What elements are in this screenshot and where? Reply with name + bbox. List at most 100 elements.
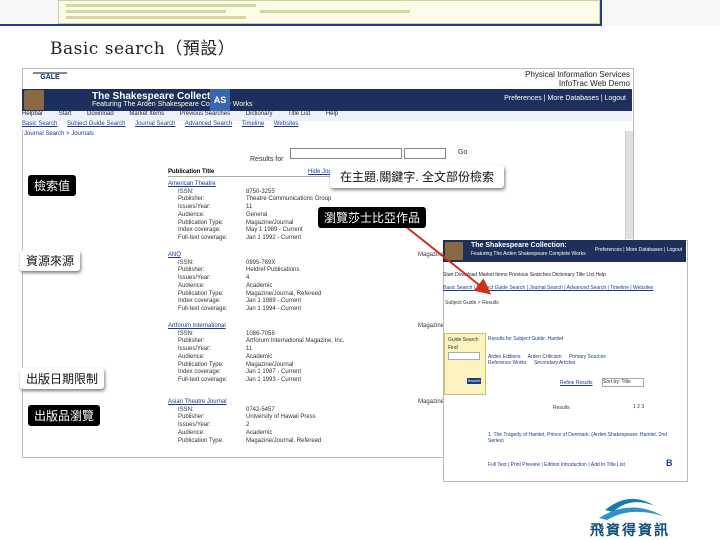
publication-field: Issues/Year: 4 xyxy=(168,275,458,283)
provider-line: Physical Information Services xyxy=(525,70,630,79)
field-value: Academic xyxy=(246,282,273,289)
publication-field: ISSN: 0742-5457 xyxy=(168,407,458,415)
vertical-scrollbar[interactable] xyxy=(625,131,633,239)
refine-results-link[interactable]: Refine Results xyxy=(560,380,593,386)
header-rule-vertical xyxy=(600,0,602,26)
field-label: Publisher: xyxy=(178,267,205,274)
field-value: 8750-3255 xyxy=(246,188,275,195)
inset-toolbar[interactable]: Start Download Market Items Previous Sea… xyxy=(443,272,686,278)
result-item[interactable]: 1. The Tragedy of Hamlet, Prince of Denm… xyxy=(488,432,678,444)
inset-breadcrumb[interactable]: Subject Guide > Results xyxy=(445,300,499,306)
field-label: Full-text coverage: xyxy=(178,305,228,312)
breadcrumb[interactable]: Journal Search > Journals xyxy=(24,131,94,137)
publication-field: Index coverage: Jan 1 1989 - Current xyxy=(168,298,458,306)
publication-field: Publisher: Heldref Publications xyxy=(168,267,458,275)
guide-field-label: Find xyxy=(448,345,458,351)
publication-field: Publication Type: Magazine/Journal xyxy=(168,362,458,370)
arden-badge: AS xyxy=(210,89,230,111)
find-input[interactable] xyxy=(290,148,402,159)
field-value: 2 xyxy=(246,422,250,429)
nav-timeline[interactable]: Timeline xyxy=(242,121,264,127)
inset-banner: The Shakespeare Collection: Featuring Th… xyxy=(443,240,686,262)
field-value: 11 xyxy=(246,204,253,211)
field-label: Publisher: xyxy=(178,414,205,421)
preferences-links[interactable]: Preferences | More Databases | Logout xyxy=(504,95,626,102)
toolbar-item[interactable]: Help xyxy=(326,111,338,117)
publication-field: Audience: Academic xyxy=(168,354,458,362)
callout-date-limit: 出版日期限制 xyxy=(20,368,105,389)
publication-title-link[interactable]: Asian Theatre Journal xyxy=(168,399,458,407)
nav-basic-search[interactable]: Basic Search xyxy=(22,121,57,127)
thumbnail-line xyxy=(66,4,256,7)
field-value: 4 xyxy=(246,275,250,282)
provider-info: Physical Information Services InfoTrac W… xyxy=(470,70,630,88)
toolbar-item[interactable]: Previous Searches xyxy=(180,111,230,117)
callout-publication-browse: 出版品瀏覽 xyxy=(28,405,101,426)
magazine-tag: Magazine xyxy=(418,252,445,258)
guide-search-box: Guide Search Find Search xyxy=(444,333,486,395)
result-links[interactable]: Full Text | Print Preview | Edition Intr… xyxy=(488,462,678,468)
field-value: Artforum International Magazine, Inc. xyxy=(246,338,345,345)
field-value: Theatre Communications Group xyxy=(246,196,332,203)
inset-tabs: Arden Editions Arden Criticism Primary S… xyxy=(488,354,618,366)
company-logo-text: 飛資得資訊 xyxy=(590,522,670,538)
callout-source: 資源來源 xyxy=(20,250,81,271)
field-label: Issues/Year: xyxy=(178,422,211,429)
inset-preferences[interactable]: Preferences | More Databases | Logout xyxy=(595,247,682,253)
nav-advanced-search[interactable]: Advanced Search xyxy=(185,121,232,127)
magazine-tag: Magazine xyxy=(418,323,445,329)
shakespeare-portrait-icon xyxy=(24,90,44,110)
tab-reference-works[interactable]: Reference Works xyxy=(488,360,527,366)
field-label: Publisher: xyxy=(178,338,205,345)
publication-field: ISSN: 8750-3255 xyxy=(168,189,458,197)
publication-field: Audience: Academic xyxy=(168,283,458,291)
pagination[interactable]: 1 2 3 xyxy=(633,404,644,410)
toolbar-item[interactable]: Start xyxy=(59,111,72,117)
nav-websites[interactable]: Websites xyxy=(274,121,299,127)
shakespeare-portrait-icon xyxy=(445,242,463,260)
field-value: Magazine/Journal xyxy=(246,361,294,368)
field-value: Academic xyxy=(246,353,273,360)
inset-nav[interactable]: Basic Search | Subject Guide Search | Jo… xyxy=(443,285,686,291)
field-value: University of Hawaii Press xyxy=(246,414,316,421)
publication-entry: ANQ ISSN: 0895-769X Publisher: Heldref Publi… xyxy=(168,252,458,314)
publication-field: Issues/Year: 11 xyxy=(168,346,458,354)
provider-line: InfoTrac Web Demo xyxy=(558,79,630,88)
toolbar-item[interactable]: Dictionary xyxy=(246,111,273,117)
toolbar-item[interactable]: Market Items xyxy=(129,111,164,117)
guide-search-input[interactable] xyxy=(448,352,480,360)
publication-field: Full-text coverage: Jan 1 1992 - Current xyxy=(168,235,458,243)
callout-search-term: 檢索值 xyxy=(28,175,77,196)
toolbar-item[interactable]: Helpbar xyxy=(22,111,43,117)
thumbnail-line xyxy=(66,10,226,13)
go-button[interactable]: Go xyxy=(458,149,467,156)
callout-browse-shakespeare: 瀏覽莎士比亞作品 xyxy=(318,207,427,228)
toolbar: Helpbar Start Download Market Items Prev… xyxy=(22,111,632,121)
nav-journal-search[interactable]: Journal Search xyxy=(135,121,175,127)
tab-secondary-articles[interactable]: Secondary Articles xyxy=(534,360,575,366)
toolbar-item[interactable]: Download xyxy=(87,111,114,117)
publication-entry: Artforum International ISSN: 1086-7058 Publ… xyxy=(168,323,458,385)
inset-results-label: Results xyxy=(553,405,570,411)
guide-search-button[interactable]: Search xyxy=(467,378,481,384)
field-value: Magazine/Journal, Refereed xyxy=(246,290,322,297)
find-label-text: Results for xyxy=(250,156,284,163)
guide-search-title: Guide Search xyxy=(448,337,479,343)
search-nav: Basic Search Subject Guide Search Journa… xyxy=(22,121,632,130)
field-label: Audience: xyxy=(178,282,205,289)
field-value: Magazine/Journal xyxy=(246,219,294,226)
sort-select[interactable]: Sort by: Title xyxy=(602,378,644,387)
field-label: Audience: xyxy=(178,353,205,360)
field-value: Heldref Publications xyxy=(246,267,300,274)
toolbar-item[interactable]: Title List xyxy=(288,111,310,117)
nav-subject-guide-search[interactable]: Subject Guide Search xyxy=(67,121,125,127)
publication-title-link[interactable]: ANQ xyxy=(168,252,458,260)
field-value: Jan 1 1993 - Current xyxy=(246,376,302,383)
find-scope-select[interactable] xyxy=(404,148,446,159)
field-value: 11 xyxy=(246,346,253,353)
top-strip xyxy=(0,0,720,26)
callout-field-search: 在主題.關鍵字. 全文部份檢索 xyxy=(330,165,505,188)
publication-title-link[interactable]: Artforum International xyxy=(168,323,458,331)
slide-title: Basic search（預設） xyxy=(50,39,236,59)
find-label: Results for xyxy=(250,148,283,166)
